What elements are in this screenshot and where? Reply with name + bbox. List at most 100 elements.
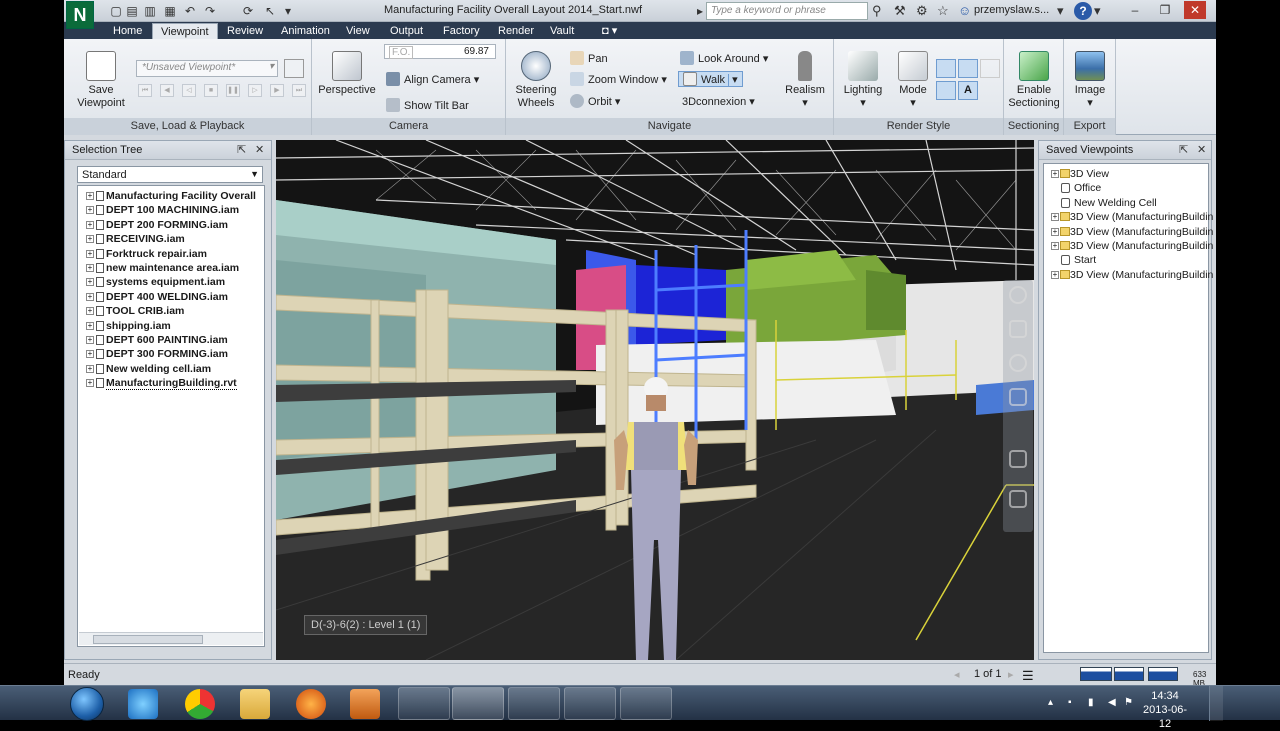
- binoculars-icon[interactable]: ⚲: [872, 3, 882, 19]
- tree-item[interactable]: + DEPT 600 PAINTING.iam: [78, 333, 264, 347]
- walk-dropdown-icon[interactable]: ▾: [728, 74, 738, 86]
- select-icon[interactable]: ↖: [262, 3, 278, 19]
- flag-icon[interactable]: ⚑: [1124, 697, 1135, 708]
- refresh-icon[interactable]: ⟳: [240, 3, 256, 19]
- expand-icon[interactable]: +: [86, 364, 94, 373]
- tree-item[interactable]: + DEPT 200 FORMING.iam: [78, 218, 264, 232]
- user-dropdown-icon[interactable]: ▾: [1057, 3, 1064, 19]
- expand-icon[interactable]: +: [86, 307, 94, 316]
- search-input[interactable]: Type a keyword or phrase: [706, 2, 868, 20]
- taskbar-navisworks[interactable]: [452, 687, 504, 720]
- save-viewpoint-button[interactable]: Save Viewpoint: [72, 51, 130, 110]
- surfaces-toggle[interactable]: [936, 59, 956, 78]
- last-frame-icon[interactable]: ⏭: [292, 84, 306, 97]
- steering-wheel-nav-icon[interactable]: [1009, 286, 1027, 304]
- expand-icon[interactable]: +: [86, 278, 94, 287]
- new-file-icon[interactable]: ▢: [108, 3, 124, 19]
- tab-factory[interactable]: Factory: [435, 23, 488, 39]
- tab-output[interactable]: Output: [382, 23, 431, 39]
- viewpoint-folder[interactable]: +3D View: [1044, 167, 1208, 181]
- camera-panel-label[interactable]: Camera: [312, 118, 505, 135]
- pan-nav-icon[interactable]: [1009, 320, 1027, 338]
- tab-view[interactable]: View: [338, 23, 378, 39]
- orbit-nav-icon[interactable]: [1009, 388, 1027, 406]
- next-page-icon[interactable]: ▸: [1008, 668, 1014, 681]
- pin-icon[interactable]: ⇱: [1179, 141, 1188, 159]
- pan-button[interactable]: Pan: [570, 51, 608, 67]
- viewpoint-folder[interactable]: +3D View (ManufacturingBuildin: [1044, 239, 1213, 253]
- viewpoint-folder[interactable]: +3D View (ManufacturingBuildin: [1044, 225, 1213, 239]
- tab-vault[interactable]: Vault: [542, 23, 582, 39]
- first-frame-icon[interactable]: ⏮: [138, 84, 152, 97]
- expand-icon[interactable]: +: [1051, 270, 1059, 279]
- expand-icon[interactable]: +: [86, 292, 94, 301]
- internet-explorer-icon[interactable]: [128, 689, 158, 719]
- scrollbar-thumb[interactable]: [93, 635, 203, 644]
- prev-page-icon[interactable]: ◂: [954, 668, 960, 681]
- user-icon[interactable]: ☺: [958, 3, 971, 18]
- tab-home[interactable]: Home: [105, 23, 150, 39]
- save-load-panel-label[interactable]: Save, Load & Playback: [64, 118, 311, 135]
- tab-animation[interactable]: Animation: [273, 23, 338, 39]
- tree-item[interactable]: + Forktruck repair.iam: [78, 247, 264, 261]
- play-reverse-icon[interactable]: ◁: [182, 84, 196, 97]
- tree-item[interactable]: + DEPT 400 WELDING.iam: [78, 290, 264, 304]
- taskbar-autocad[interactable]: [564, 687, 616, 720]
- clock[interactable]: 14:34 2013-06-12: [1140, 689, 1190, 731]
- expand-icon[interactable]: +: [86, 192, 94, 200]
- taskbar-app-1[interactable]: [398, 687, 450, 720]
- lines-toggle[interactable]: [958, 59, 978, 78]
- tree-item[interactable]: + Manufacturing Facility Overall: [78, 189, 264, 203]
- help-dropdown-icon[interactable]: ▾: [1094, 3, 1101, 19]
- tree-item[interactable]: + shipping.iam: [78, 319, 264, 333]
- tree-item[interactable]: + new maintenance area.iam: [78, 261, 264, 275]
- look-nav-icon[interactable]: [1009, 450, 1027, 468]
- step-back-icon[interactable]: ◀: [160, 84, 174, 97]
- network-icon[interactable]: ▮: [1088, 697, 1099, 708]
- step-forward-icon[interactable]: ▶: [270, 84, 284, 97]
- start-button[interactable]: [70, 687, 104, 721]
- tab-viewpoint[interactable]: Viewpoint: [152, 23, 218, 39]
- 3dconnexion-button[interactable]: 3Dconnexion ▾: [682, 94, 755, 110]
- expand-icon[interactable]: +: [86, 235, 94, 244]
- tray-expand-icon[interactable]: ▴: [1048, 697, 1059, 708]
- tray-app-icon[interactable]: ▪: [1068, 697, 1079, 708]
- field-of-view-field[interactable]: F.O. 69.87: [384, 44, 496, 59]
- 3d-viewport[interactable]: D(-3)-6(2) : Level 1 (1): [276, 140, 1034, 660]
- open-file-icon[interactable]: ▤: [124, 3, 140, 19]
- taskbar-inventor[interactable]: [620, 687, 672, 720]
- zoom-window-button[interactable]: Zoom Window ▾: [570, 72, 667, 88]
- look-around-button[interactable]: Look Around ▾: [680, 51, 768, 67]
- undo-icon[interactable]: ↶: [182, 3, 198, 19]
- chrome-icon[interactable]: [185, 689, 215, 719]
- walk-nav-icon[interactable]: [1009, 490, 1027, 508]
- viewpoint-item[interactable]: Start: [1044, 253, 1208, 267]
- viewpoint-item[interactable]: Office: [1044, 181, 1208, 195]
- expand-icon[interactable]: +: [86, 321, 94, 330]
- tree-item[interactable]: + New welding cell.iam: [78, 362, 264, 376]
- viewpoint-folder[interactable]: +3D View (ManufacturingBuildin: [1044, 268, 1213, 282]
- manage-viewpoints-icon[interactable]: [284, 59, 304, 78]
- walk-button[interactable]: Walk ▾: [678, 71, 743, 87]
- user-name[interactable]: przemyslaw.s...: [974, 4, 1049, 16]
- play-icon[interactable]: ▷: [248, 84, 262, 97]
- mode-button[interactable]: Mode ▾: [890, 51, 936, 110]
- pause-icon[interactable]: ❚❚: [226, 84, 240, 97]
- tab-review[interactable]: Review: [219, 23, 271, 39]
- media-player-icon[interactable]: [350, 689, 380, 719]
- viewpoint-item[interactable]: New Welding Cell: [1044, 196, 1208, 210]
- viewpoint-folder[interactable]: +3D View (ManufacturingBuildin: [1044, 210, 1213, 224]
- expand-icon[interactable]: +: [86, 249, 94, 258]
- tree-item[interactable]: + systems equipment.iam: [78, 275, 264, 289]
- volume-icon[interactable]: ◀: [1108, 697, 1119, 708]
- snap-points-toggle[interactable]: [936, 81, 956, 100]
- steering-wheels-button[interactable]: Steering Wheels: [512, 51, 560, 110]
- stop-icon[interactable]: ■: [204, 84, 218, 97]
- viewpoint-select[interactable]: *Unsaved Viewpoint* ▾: [136, 60, 278, 77]
- perspective-button[interactable]: Perspective: [318, 51, 376, 97]
- horizontal-scrollbar[interactable]: [79, 632, 263, 645]
- show-tilt-bar-button[interactable]: Show Tilt Bar: [386, 98, 469, 114]
- firefox-icon[interactable]: [296, 689, 326, 719]
- print-icon[interactable]: ▦: [162, 3, 178, 19]
- expand-icon[interactable]: +: [86, 350, 94, 359]
